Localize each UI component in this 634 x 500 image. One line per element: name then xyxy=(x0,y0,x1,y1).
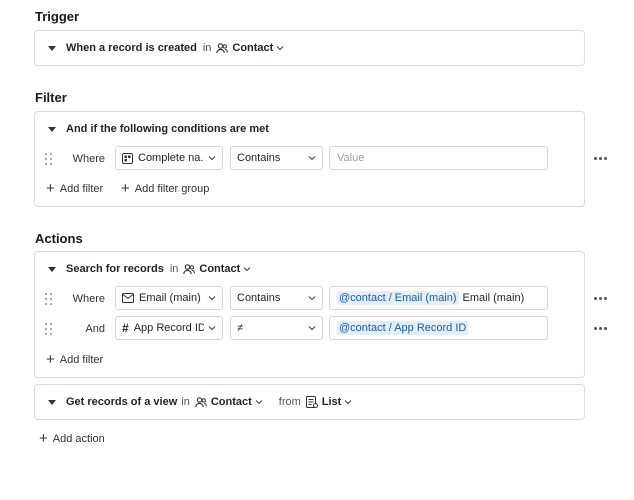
search-entity-selector[interactable]: Contact xyxy=(183,263,255,275)
section-title-actions: Actions xyxy=(35,231,83,246)
drag-handle-icon[interactable] xyxy=(45,293,53,305)
people-icon xyxy=(195,396,207,407)
search-row1-label: Where xyxy=(72,293,105,305)
collapse-caret-icon[interactable] xyxy=(48,45,56,51)
filter-where-label: Where xyxy=(72,153,105,165)
get-records-in-label: in xyxy=(181,396,190,408)
chevron-down-icon xyxy=(208,295,216,301)
trigger-entity-selector[interactable]: Contact xyxy=(216,42,288,54)
search-row1-field-select[interactable]: Email (main) xyxy=(115,286,223,310)
add-filter-label: Add filter xyxy=(59,353,104,366)
collapse-caret-icon[interactable] xyxy=(48,126,56,132)
get-records-entity-label: Contact xyxy=(210,396,252,408)
add-filter-group-button[interactable]: + Add filter group xyxy=(121,181,209,196)
filter-field-value: Complete na... xyxy=(138,152,204,164)
add-action-label: Add action xyxy=(52,432,105,445)
get-records-from-label: from xyxy=(278,396,301,408)
chevron-down-icon xyxy=(208,155,216,161)
plus-icon: + xyxy=(46,351,55,368)
filter-field-select[interactable]: Complete na... xyxy=(115,146,223,170)
hash-icon: # xyxy=(122,321,129,335)
search-row2-operator-select[interactable]: ≠ xyxy=(230,316,323,340)
trigger-entity-label: Contact xyxy=(232,42,274,54)
search-row1-value-text: Email (main) xyxy=(462,292,525,304)
trigger-card[interactable]: When a record is created in Contact xyxy=(34,30,585,66)
chevron-down-icon xyxy=(308,295,316,301)
get-records-text: Get records of a view xyxy=(66,396,178,408)
more-icon[interactable] xyxy=(594,327,607,330)
chevron-down-icon xyxy=(308,325,316,331)
chevron-down-icon xyxy=(243,267,251,272)
variable-token[interactable]: @contact / App Record ID xyxy=(337,321,469,335)
search-row1-value-input[interactable]: @contact / Email (main) Email (main) xyxy=(329,286,548,310)
list-view-icon xyxy=(305,396,318,408)
filter-operator-value: Contains xyxy=(237,152,281,164)
people-icon xyxy=(183,263,196,274)
trigger-in-label: in xyxy=(202,42,212,54)
drag-handle-icon[interactable] xyxy=(45,153,53,165)
filter-header: And if the following conditions are met xyxy=(66,123,269,135)
add-filter-button[interactable]: + Add filter xyxy=(46,352,103,367)
search-in-label: in xyxy=(169,263,179,275)
chevron-down-icon xyxy=(344,400,352,405)
get-records-view-label: List xyxy=(321,396,342,408)
chevron-down-icon xyxy=(276,46,284,51)
text-field-icon xyxy=(122,152,133,164)
search-row1-operator-value: Contains xyxy=(237,292,281,304)
filter-card: And if the following conditions are met … xyxy=(34,111,607,207)
search-row1-field-value: Email (main) xyxy=(139,292,201,304)
plus-icon: + xyxy=(46,180,55,197)
variable-token[interactable]: @contact / Email (main) xyxy=(337,291,459,305)
drag-handle-icon[interactable] xyxy=(45,323,53,335)
get-records-entity-selector[interactable]: Contact xyxy=(195,396,267,408)
section-title-trigger: Trigger xyxy=(35,9,80,24)
search-row2-label: And xyxy=(85,323,105,335)
section-title-filter: Filter xyxy=(35,90,67,105)
add-filter-button[interactable]: + Add filter xyxy=(46,181,103,196)
search-row1-operator-select[interactable]: Contains xyxy=(230,286,323,310)
add-filter-label: Add filter xyxy=(59,182,104,195)
mail-icon xyxy=(122,293,134,303)
filter-value-input[interactable]: Value xyxy=(329,146,548,170)
plus-icon: + xyxy=(121,180,130,197)
get-records-card[interactable]: Get records of a view in Contact from Li… xyxy=(34,384,585,420)
filter-value-placeholder: Value xyxy=(337,152,365,164)
plus-icon: + xyxy=(39,430,48,447)
add-filter-group-label: Add filter group xyxy=(134,182,210,195)
more-icon[interactable] xyxy=(594,297,607,300)
chevron-down-icon xyxy=(255,400,263,405)
filter-operator-select[interactable]: Contains xyxy=(230,146,323,170)
search-row2-field-select[interactable]: # App Record ID xyxy=(115,316,223,340)
chevron-down-icon xyxy=(308,155,316,161)
search-records-text: Search for records xyxy=(66,263,164,275)
search-row2-field-value: App Record ID xyxy=(133,322,204,334)
more-icon[interactable] xyxy=(594,157,607,160)
add-action-button[interactable]: + Add action xyxy=(39,431,105,446)
trigger-text: When a record is created xyxy=(66,42,197,54)
search-row2-value-input[interactable]: @contact / App Record ID xyxy=(329,316,548,340)
search-entity-label: Contact xyxy=(199,263,241,275)
search-records-card: Search for records in Contact Where Emai… xyxy=(34,251,607,378)
get-records-view-selector[interactable]: List xyxy=(305,396,357,408)
chevron-down-icon xyxy=(208,325,216,331)
search-row2-operator-value: ≠ xyxy=(237,322,244,334)
collapse-caret-icon[interactable] xyxy=(48,399,56,405)
collapse-caret-icon[interactable] xyxy=(48,266,56,272)
people-icon xyxy=(216,42,229,53)
